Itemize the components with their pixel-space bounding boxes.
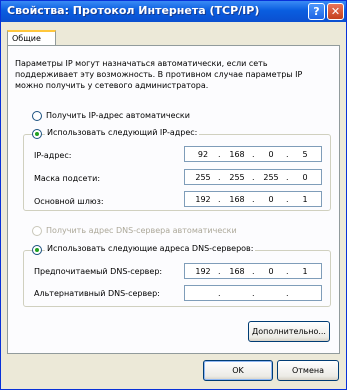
close-icon[interactable]: ✕ [327,3,344,20]
preferred-dns-label: Предпочитаемый DNS-сервер: [34,267,163,276]
default-gateway-field[interactable]: 192. 168. 0. 1 [184,191,322,207]
properties-dialog: Свойства: Протокол Интернета (TCP/IP) ? … [0,0,347,390]
radio-dns-auto-label[interactable]: Получить адрес DNS-сервера автоматически [46,226,237,235]
ip-address-field[interactable]: 92. 168. 0. 5 [184,146,322,162]
description-text: Параметры IP могут назначаться автоматич… [15,59,303,90]
cancel-button[interactable]: Отмена [277,360,339,381]
alternate-dns-label: Альтернативный DNS-сервер: [34,289,160,298]
radio-ip-manual-label[interactable]: Использовать следующий IP-адрес: [45,128,200,137]
window-title: Свойства: Протокол Интернета (TCP/IP) [7,4,260,17]
advanced-button[interactable]: Дополнительно... [248,321,330,342]
help-icon[interactable]: ? [308,3,325,20]
radio-dns-manual[interactable] [32,245,42,255]
tab-general[interactable]: Общие [7,30,56,46]
radio-ip-auto-label[interactable]: Получить IP-адрес автоматически [46,111,190,120]
alternate-dns-field[interactable]: . . . [184,285,322,301]
radio-ip-manual[interactable] [32,129,42,139]
preferred-dns-field[interactable]: 192. 168. 0. 1 [184,263,322,279]
subnet-mask-label: Маска подсети: [34,174,101,183]
radio-dns-manual-label[interactable]: Использовать следующие адреса DNS-сервер… [45,244,256,253]
default-gateway-label: Основной шлюз: [34,197,104,206]
ok-button[interactable]: OK [203,360,273,381]
subnet-mask-field[interactable]: 255. 255. 255. 0 [184,169,322,185]
radio-ip-auto[interactable] [32,111,42,121]
radio-dns-auto[interactable] [32,226,42,236]
title-bar[interactable]: Свойства: Протокол Интернета (TCP/IP) ? … [1,1,346,22]
ip-address-label: IP-адрес: [34,151,72,160]
